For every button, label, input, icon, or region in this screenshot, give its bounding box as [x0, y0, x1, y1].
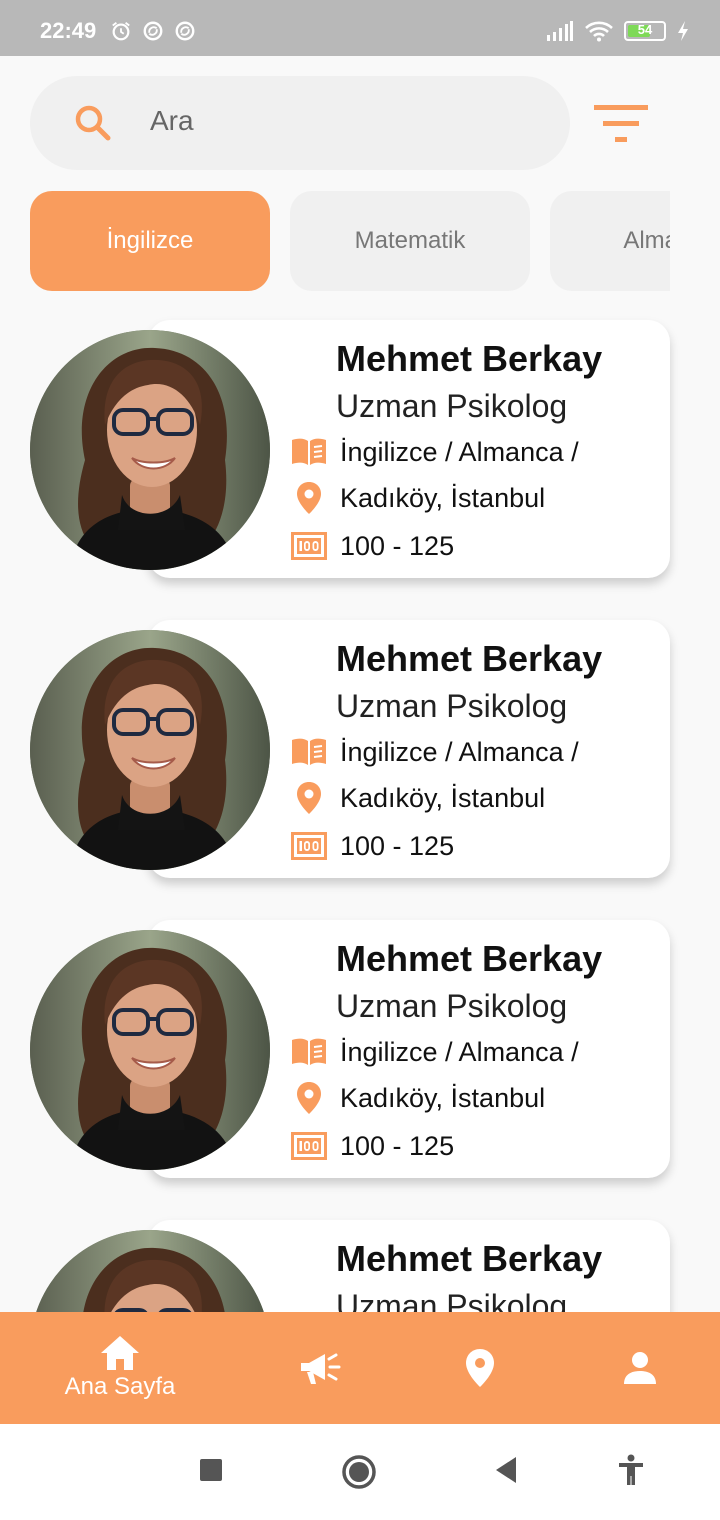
tutor-card[interactable]: Mehmet Berkay Uzman Psikolog İngilizce /… — [30, 620, 670, 882]
charging-icon — [678, 21, 688, 41]
alarm-icon — [112, 22, 130, 41]
status-icons-right: 54 — [546, 20, 690, 42]
location-pin-icon — [290, 482, 328, 514]
category-chip-matematik[interactable]: Matematik — [290, 191, 530, 291]
languages-row: İngilizce / Almanca / — [290, 434, 579, 470]
avatar — [30, 330, 270, 570]
price-tag-icon — [290, 530, 328, 562]
book-icon — [290, 1036, 328, 1068]
sync-icon — [175, 21, 195, 41]
price-tag-icon — [290, 830, 328, 862]
status-bar: 22:49 54 — [0, 0, 720, 56]
nav-home[interactable]: Ana Sayfa — [40, 1312, 200, 1424]
search-icon[interactable] — [74, 104, 112, 142]
tutor-name: Mehmet Berkay — [336, 1238, 603, 1279]
battery-icon: 54 — [624, 21, 666, 41]
nav-announcements[interactable] — [280, 1312, 360, 1424]
nav-map[interactable] — [440, 1312, 520, 1424]
accessibility-icon[interactable] — [617, 1454, 645, 1486]
tutor-name: Mehmet Berkay — [336, 638, 603, 679]
home-icon — [101, 1336, 139, 1370]
bottom-nav: Ana Sayfa — [0, 1312, 720, 1424]
status-time: 22:49 — [40, 18, 97, 43]
price-text: 100 - 125 — [340, 830, 455, 861]
tutor-card[interactable]: Mehmet Berkay Uzman Psikolog İngilizce /… — [30, 320, 670, 582]
price-row: 100 - 125 — [290, 828, 454, 864]
location-text: Kadıköy, İstanbul — [340, 482, 546, 513]
avatar — [30, 930, 270, 1170]
megaphone-icon — [301, 1353, 341, 1384]
signal-icon — [547, 21, 573, 41]
location-text: Kadıköy, İstanbul — [340, 782, 546, 813]
home-button-icon[interactable] — [341, 1454, 377, 1490]
nav-profile[interactable] — [600, 1312, 680, 1424]
sync-icon — [143, 21, 163, 41]
filter-icon[interactable] — [594, 105, 648, 145]
location-row: Kadıköy, İstanbul — [290, 480, 545, 516]
tutor-name: Mehmet Berkay — [336, 338, 603, 379]
category-chips: İngilizce Matematik Almanca — [30, 191, 670, 291]
location-pin-icon — [290, 1082, 328, 1114]
tutor-name: Mehmet Berkay — [336, 938, 603, 979]
location-row: Kadıköy, İstanbul — [290, 1080, 545, 1116]
location-pin-icon — [290, 782, 328, 814]
book-icon — [290, 736, 328, 768]
languages-text: İngilizce / Almanca / — [340, 1036, 579, 1067]
category-chip-almanca[interactable]: Almanca — [550, 191, 670, 291]
system-nav-bar — [0, 1424, 720, 1520]
avatar — [30, 630, 270, 870]
tutor-card[interactable]: Mehmet Berkay Uzman Psikolog İngilizce /… — [30, 920, 670, 1182]
nav-home-label: Ana Sayfa — [64, 1373, 176, 1400]
tutor-title: Uzman Psikolog — [336, 988, 568, 1024]
price-row: 100 - 125 — [290, 528, 454, 564]
person-icon — [624, 1352, 656, 1384]
languages-row: İngilizce / Almanca / — [290, 1034, 579, 1070]
wifi-icon — [585, 21, 613, 42]
location-row: Kadıköy, İstanbul — [290, 780, 545, 816]
category-chip-ingilizce[interactable]: İngilizce — [30, 191, 270, 291]
languages-row: İngilizce / Almanca / — [290, 734, 579, 770]
recents-icon[interactable] — [199, 1458, 223, 1482]
tutor-title: Uzman Psikolog — [336, 688, 568, 724]
book-icon — [290, 436, 328, 468]
languages-text: İngilizce / Almanca / — [340, 436, 579, 467]
price-text: 100 - 125 — [340, 530, 455, 561]
location-pin-icon — [466, 1349, 494, 1387]
back-icon[interactable] — [494, 1456, 518, 1484]
price-row: 100 - 125 — [290, 1128, 454, 1164]
price-tag-icon — [290, 1130, 328, 1162]
tutor-title: Uzman Psikolog — [336, 388, 568, 424]
status-icons-left — [110, 20, 196, 42]
search-placeholder[interactable]: Ara — [150, 105, 194, 137]
price-text: 100 - 125 — [340, 1130, 455, 1161]
location-text: Kadıköy, İstanbul — [340, 1082, 546, 1113]
languages-text: İngilizce / Almanca / — [340, 736, 579, 767]
battery-level: 54 — [637, 22, 653, 37]
